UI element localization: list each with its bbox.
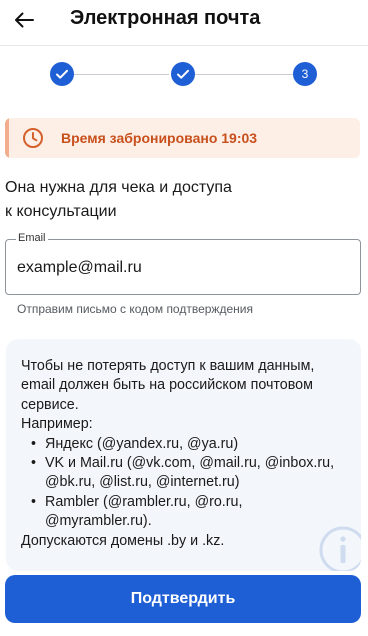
list-item: • Яндекс (@yandex.ru, @ya.ru) [31, 435, 239, 452]
progress-stepper: 3 [0, 62, 368, 88]
timer-banner: Время забронировано 19:03 [5, 118, 360, 158]
header: Электронная почта [0, 0, 368, 40]
page-title: Электронная почта [70, 7, 261, 29]
info-icon [319, 526, 361, 571]
info-intro: Чтобы не потерять доступ к вашим данным,… [21, 358, 315, 413]
arrow-left-icon [15, 12, 34, 28]
info-footer: Допускаются домены .by и .kz. [21, 532, 225, 549]
header-divider [0, 45, 368, 46]
banner-accent-bar [5, 118, 9, 158]
step-1-completed [50, 62, 74, 86]
clock-icon [23, 128, 43, 148]
info-examples-heading: Например: [21, 416, 93, 433]
back-button[interactable] [12, 8, 36, 32]
email-hint: Отправим письмо с кодом подтверждения [17, 302, 253, 316]
check-icon [177, 69, 189, 79]
timer-text: Время забронировано 19:03 [61, 130, 258, 146]
list-item: • VK и Mail.ru (@vk.com, @mail.ru, @inbox… [31, 455, 335, 491]
stepper-connector [73, 74, 169, 75]
step-3-label: 3 [301, 67, 309, 81]
email-screen: Электронная почта 3 Время забронировано … [0, 0, 368, 636]
info-box: Чтобы не потерять доступ к вашим данным,… [6, 339, 361, 571]
step-3-current: 3 [293, 62, 317, 86]
description-text: Она нужна для чека и доступа к консульта… [5, 176, 355, 224]
email-field[interactable]: Email [5, 232, 361, 295]
description-line: Она нужна для чека и доступа [5, 179, 232, 196]
list-item-text: Яндекс (@yandex.ru, @ya.ru) [45, 435, 239, 452]
list-item-text: VK и Mail.ru (@vk.com, @mail.ru, @inbox.… [45, 455, 335, 491]
email-field-label: Email [16, 232, 48, 244]
email-input[interactable] [17, 257, 347, 279]
confirm-button[interactable]: Подтвердить [5, 575, 361, 623]
info-content: Чтобы не потерять доступ к вашим данным,… [21, 357, 346, 551]
step-2-completed [171, 62, 195, 86]
list-item-text: Rambler (@rambler.ru, @ro.ru, @myrambler… [45, 493, 243, 530]
description-line: к консультации [5, 203, 117, 220]
info-examples-list: • Яндекс (@yandex.ru, @ya.ru) • VK и Mail.… [21, 435, 346, 532]
list-item: • Rambler (@rambler.ru, @ro.ru, @myramble… [31, 493, 243, 530]
check-icon [56, 69, 68, 79]
stepper-connector [195, 74, 293, 75]
